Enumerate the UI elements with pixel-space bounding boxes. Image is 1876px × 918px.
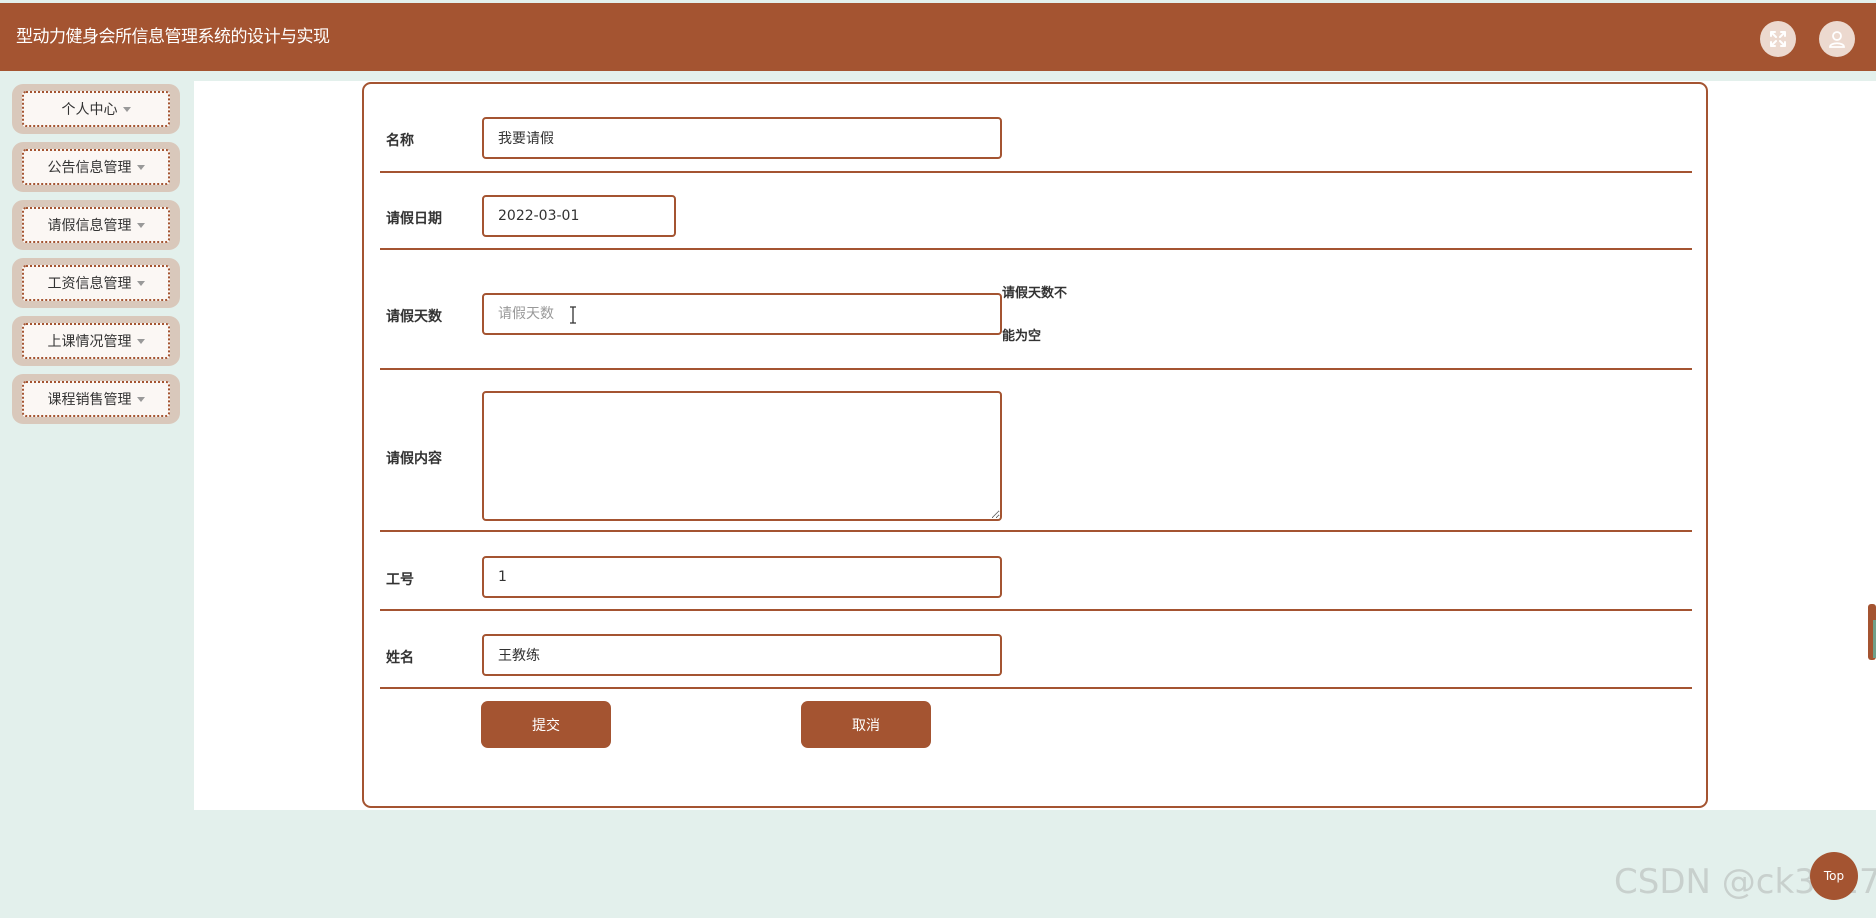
user-menu-button[interactable] <box>1819 21 1855 57</box>
sidebar-item-leave[interactable]: 请假信息管理 <box>12 200 180 250</box>
row-divider <box>380 530 1692 532</box>
row-divider <box>380 687 1692 689</box>
sidebar-item-salary[interactable]: 工资信息管理 <box>12 258 180 308</box>
sidebar-item-label: 上课情况管理 <box>47 334 132 350</box>
back-to-top-button[interactable]: Top <box>1810 852 1858 900</box>
leave-date-label: 请假日期 <box>386 211 442 227</box>
top-bar: 型动力健身会所信息管理系统的设计与实现 <box>0 3 1876 71</box>
submit-button[interactable]: 提交 <box>481 701 611 748</box>
employee-name-label: 姓名 <box>386 650 414 666</box>
employee-no-field[interactable] <box>482 556 1002 598</box>
row-divider <box>380 171 1692 173</box>
sidebar-item-classes[interactable]: 上课情况管理 <box>12 316 180 366</box>
fullscreen-button[interactable] <box>1760 21 1796 57</box>
name-label: 名称 <box>386 133 414 149</box>
caret-down-icon <box>136 396 145 402</box>
name-field[interactable] <box>482 117 1002 159</box>
employee-name-field[interactable] <box>482 634 1002 676</box>
leave-content-label: 请假内容 <box>386 451 442 467</box>
employee-no-label: 工号 <box>386 572 414 588</box>
sidebar-item-label: 公告信息管理 <box>47 160 132 176</box>
caret-down-icon <box>136 280 145 286</box>
caret-down-icon <box>136 222 145 228</box>
row-divider <box>380 609 1692 611</box>
sidebar: 个人中心 公告信息管理 请假信息管理 工资信息管理 上课情况管理 课程销售管理 <box>12 84 182 432</box>
sidebar-item-announcements[interactable]: 公告信息管理 <box>12 142 180 192</box>
caret-down-icon <box>136 338 145 344</box>
caret-down-icon <box>136 164 145 170</box>
cancel-button[interactable]: 取消 <box>801 701 931 748</box>
leave-content-textarea[interactable] <box>482 391 1002 521</box>
sidebar-item-personal-center[interactable]: 个人中心 <box>12 84 180 134</box>
app-title: 型动力健身会所信息管理系统的设计与实现 <box>16 27 330 47</box>
sidebar-item-label: 课程销售管理 <box>47 392 132 408</box>
expand-arrows-icon <box>1770 31 1786 47</box>
leave-days-field[interactable] <box>482 293 1002 335</box>
back-to-top-label: Top <box>1823 869 1845 883</box>
row-divider <box>380 368 1692 370</box>
leave-days-label: 请假天数 <box>386 309 442 325</box>
error-text-line: 能为空 <box>1002 329 1042 344</box>
sidebar-item-label: 个人中心 <box>61 102 118 118</box>
caret-down-icon <box>122 106 131 112</box>
text-cursor-icon <box>570 306 576 324</box>
sidebar-item-label: 请假信息管理 <box>47 218 132 234</box>
row-divider <box>380 248 1692 250</box>
leave-date-field[interactable] <box>482 195 676 237</box>
sidebar-item-label: 工资信息管理 <box>47 276 132 292</box>
sidebar-item-course-sales[interactable]: 课程销售管理 <box>12 374 180 424</box>
user-avatar-icon <box>1829 31 1845 48</box>
error-text-line: 请假天数不 <box>1002 286 1068 301</box>
leave-days-error: 请假天数不 能为空 <box>1002 272 1082 358</box>
